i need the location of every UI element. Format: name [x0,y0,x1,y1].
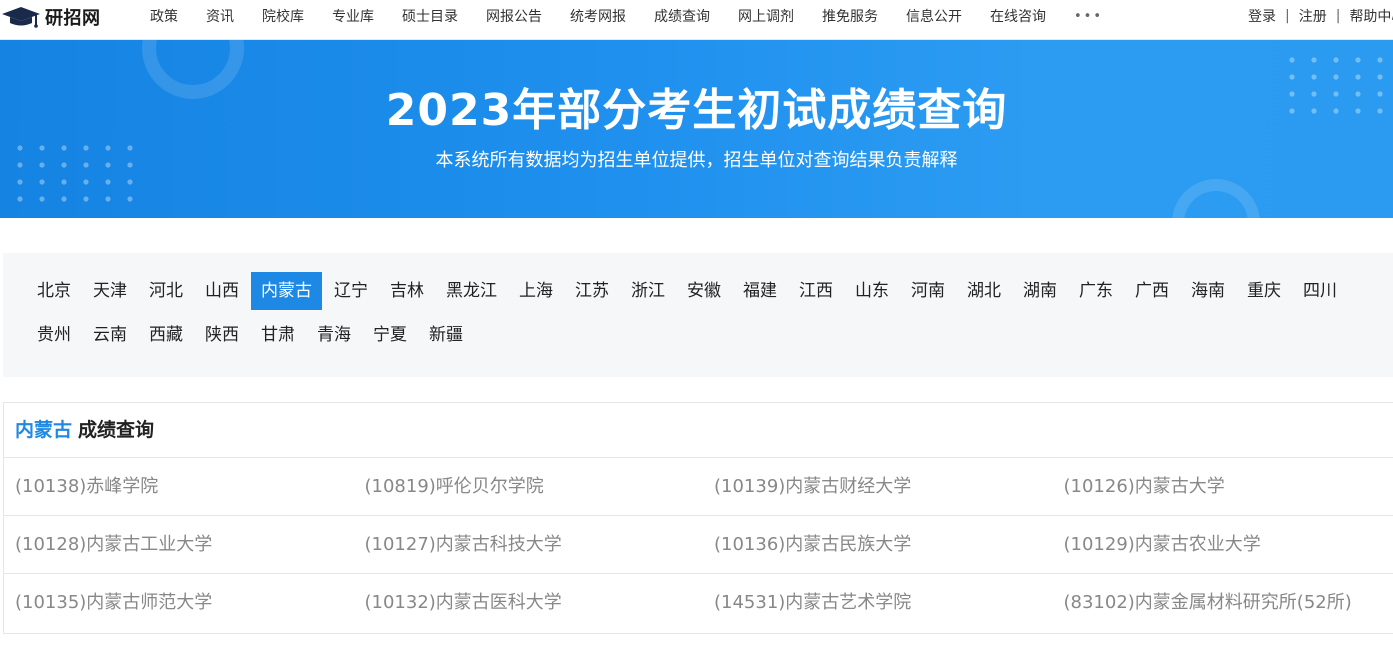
school-link[interactable]: (10819)呼伦贝尔学院 [354,458,704,515]
province-tab[interactable]: 吉林 [380,272,434,310]
school-link[interactable]: (10126)内蒙古大学 [1053,458,1393,515]
top-navigation-bar: 研招网 政策 资讯 院校库 专业库 硕士目录 网报公告 统考网报 成绩查询 网上… [0,0,1393,40]
nav-item-recommendation-service[interactable]: 推免服务 [822,6,878,26]
school-link[interactable]: (83102)内蒙金属材料研究所(52所) [1053,574,1393,632]
province-tab[interactable]: 贵州 [27,316,81,354]
province-tab[interactable]: 天津 [83,272,137,310]
province-tab[interactable]: 河北 [139,272,193,310]
province-tab[interactable]: 广西 [1125,272,1179,310]
province-tab[interactable]: 山东 [845,272,899,310]
school-link[interactable]: (14531)内蒙古艺术学院 [703,574,1053,632]
province-selector: 北京 天津 河北 山西 内蒙古 辽宁 吉林 黑龙江 上海 江苏 浙江 安徽 福建 江西 山东 河南 湖北 湖南 广东… [3,253,1393,377]
nav-item-score-query[interactable]: 成绩查询 [654,6,710,26]
province-tab[interactable]: 黑龙江 [436,272,507,310]
separator: | [1335,8,1341,24]
school-link[interactable]: (10129)内蒙古农业大学 [1053,516,1393,573]
school-link[interactable]: (10138)赤峰学院 [4,458,354,515]
results-heading: 内蒙古 成绩查询 [4,403,1393,458]
nav-item-info-disclosure[interactable]: 信息公开 [906,6,962,26]
school-link[interactable]: (10132)内蒙古医科大学 [354,574,704,632]
province-tab[interactable]: 安徽 [677,272,731,310]
province-tab[interactable]: 重庆 [1237,272,1291,310]
school-link[interactable]: (10128)内蒙古工业大学 [4,516,354,573]
province-tab[interactable]: 云南 [83,316,137,354]
school-link[interactable]: (10127)内蒙古科技大学 [354,516,704,573]
province-tab[interactable]: 西藏 [139,316,193,354]
nav-item-news[interactable]: 资讯 [206,6,234,26]
user-links: 登录 | 注册 | 帮助中心 [1248,0,1393,32]
province-tab[interactable]: 福建 [733,272,787,310]
nav-item-online-consult[interactable]: 在线咨询 [990,6,1046,26]
nav-item-exam-registration[interactable]: 统考网报 [570,6,626,26]
page-title: 2023年部分考生初试成绩查询 [385,85,1008,136]
province-tab[interactable]: 湖北 [957,272,1011,310]
more-menu-icon[interactable]: ••• [1074,9,1103,24]
logo-text: 研招网 [45,8,101,29]
province-row: 贵州 云南 西藏 陕西 甘肃 青海 宁夏 新疆 [27,316,475,354]
province-tab-active[interactable]: 内蒙古 [251,272,322,310]
school-link[interactable]: (10135)内蒙古师范大学 [4,574,354,632]
province-row: 北京 天津 河北 山西 内蒙古 辽宁 吉林 黑龙江 上海 江苏 浙江 安徽 福建 江西 山东 河南 湖北 湖南 广东… [27,272,1349,310]
province-tab[interactable]: 浙江 [621,272,675,310]
nav-item-registration-notice[interactable]: 网报公告 [486,6,542,26]
table-row: (10128)内蒙古工业大学 (10127)内蒙古科技大学 (10136)内蒙古民族… [4,516,1393,574]
province-tab[interactable]: 河南 [901,272,955,310]
table-row: (10138)赤峰学院 (10819)呼伦贝尔学院 (10139)内蒙古财经大学 (1… [4,458,1393,516]
province-tab[interactable]: 海南 [1181,272,1235,310]
province-tab[interactable]: 江苏 [565,272,619,310]
results-heading-suffix: 成绩查询 [78,419,155,441]
login-link[interactable]: 登录 [1248,6,1276,26]
province-tab[interactable]: 辽宁 [324,272,378,310]
school-link[interactable]: (10136)内蒙古民族大学 [703,516,1053,573]
main-nav: 政策 资讯 院校库 专业库 硕士目录 网报公告 统考网报 成绩查询 网上调剂 推… [136,0,1103,32]
nav-item-master-catalog[interactable]: 硕士目录 [402,6,458,26]
separator: | [1285,8,1290,24]
province-tab[interactable]: 山西 [195,272,249,310]
province-tab[interactable]: 新疆 [419,316,473,354]
province-tab[interactable]: 陕西 [195,316,249,354]
province-tab[interactable]: 四川 [1293,272,1347,310]
nav-item-school-library[interactable]: 院校库 [262,6,304,26]
results-panel: 内蒙古 成绩查询 (10138)赤峰学院 (10819)呼伦贝尔学院 (10139)内… [3,402,1393,634]
nav-item-policy[interactable]: 政策 [150,6,178,26]
site-logo[interactable]: 研招网 [2,4,101,30]
table-row: (10135)内蒙古师范大学 (10132)内蒙古医科大学 (14531)内蒙古艺术… [4,574,1393,632]
province-tab[interactable]: 宁夏 [363,316,417,354]
register-link[interactable]: 注册 [1299,6,1327,26]
selected-province-label: 内蒙古 [15,419,73,441]
hero-banner: 2023年部分考生初试成绩查询 本系统所有数据均为招生单位提供，招生单位对查询结… [0,40,1393,218]
school-link[interactable]: (10139)内蒙古财经大学 [703,458,1053,515]
province-tab[interactable]: 北京 [27,272,81,310]
province-tab[interactable]: 青海 [307,316,361,354]
graduation-cap-icon [2,6,42,28]
province-tab[interactable]: 湖南 [1013,272,1067,310]
school-list: (10138)赤峰学院 (10819)呼伦贝尔学院 (10139)内蒙古财经大学 (1… [4,458,1393,632]
province-tab[interactable]: 甘肃 [251,316,305,354]
province-tab[interactable]: 上海 [509,272,563,310]
province-tab[interactable]: 江西 [789,272,843,310]
nav-item-online-adjustment[interactable]: 网上调剂 [738,6,794,26]
nav-item-major-library[interactable]: 专业库 [332,6,374,26]
help-center-link[interactable]: 帮助中心 [1349,6,1393,26]
page-subtitle: 本系统所有数据均为招生单位提供，招生单位对查询结果负责解释 [435,150,958,171]
province-tab[interactable]: 广东 [1069,272,1123,310]
